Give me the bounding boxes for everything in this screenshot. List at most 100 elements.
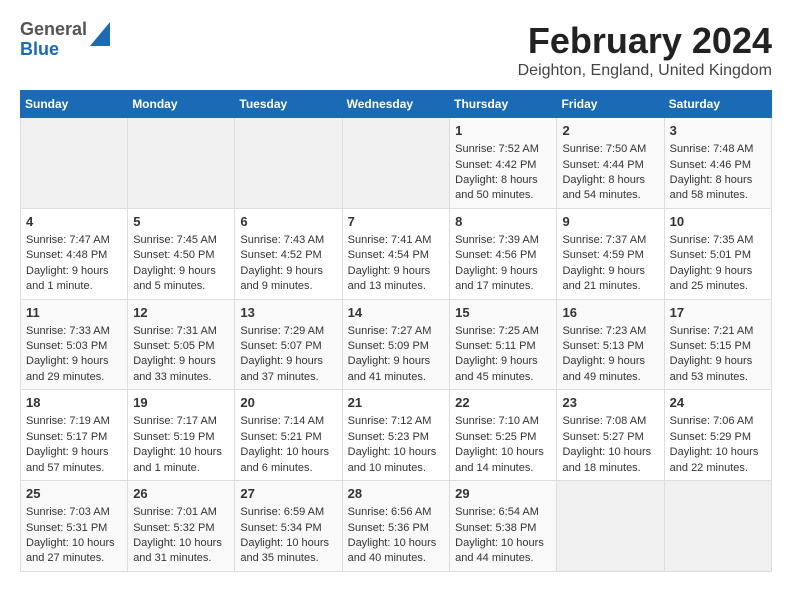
- day-content: Sunset: 5:11 PM: [455, 339, 551, 354]
- day-number: 14: [348, 304, 445, 322]
- day-content: Sunset: 4:44 PM: [562, 158, 658, 173]
- day-content: Daylight: 10 hours: [240, 536, 336, 551]
- day-content: Sunset: 5:07 PM: [240, 339, 336, 354]
- day-content: Sunrise: 7:35 AM: [670, 233, 766, 248]
- calendar-cell: 23Sunrise: 7:08 AMSunset: 5:27 PMDayligh…: [557, 390, 664, 481]
- day-content: and 18 minutes.: [562, 461, 658, 476]
- day-content: Sunset: 5:38 PM: [455, 521, 551, 536]
- calendar-cell: 24Sunrise: 7:06 AMSunset: 5:29 PMDayligh…: [664, 390, 771, 481]
- calendar-cell: [557, 481, 664, 572]
- day-number: 18: [26, 394, 122, 412]
- day-content: Daylight: 9 hours: [670, 264, 766, 279]
- day-content: and 10 minutes.: [348, 461, 445, 476]
- calendar-cell: 16Sunrise: 7:23 AMSunset: 5:13 PMDayligh…: [557, 299, 664, 390]
- day-number: 10: [670, 213, 766, 231]
- day-number: 23: [562, 394, 658, 412]
- day-content: Daylight: 10 hours: [26, 536, 122, 551]
- day-content: Sunset: 5:05 PM: [133, 339, 229, 354]
- day-content: Daylight: 9 hours: [240, 354, 336, 369]
- day-content: Sunrise: 7:31 AM: [133, 324, 229, 339]
- day-content: and 44 minutes.: [455, 551, 551, 566]
- calendar-cell: [128, 118, 235, 209]
- calendar-cell: 14Sunrise: 7:27 AMSunset: 5:09 PMDayligh…: [342, 299, 450, 390]
- day-content: Sunrise: 7:14 AM: [240, 414, 336, 429]
- day-content: and 41 minutes.: [348, 370, 445, 385]
- calendar-cell: 2Sunrise: 7:50 AMSunset: 4:44 PMDaylight…: [557, 118, 664, 209]
- day-number: 28: [348, 485, 445, 503]
- day-content: Sunset: 5:01 PM: [670, 248, 766, 263]
- day-content: Sunrise: 7:33 AM: [26, 324, 122, 339]
- day-content: Sunset: 4:59 PM: [562, 248, 658, 263]
- day-header-sunday: Sunday: [21, 91, 128, 118]
- day-content: Sunrise: 7:48 AM: [670, 142, 766, 157]
- day-content: Sunrise: 7:19 AM: [26, 414, 122, 429]
- day-content: Sunrise: 7:45 AM: [133, 233, 229, 248]
- day-number: 3: [670, 122, 766, 140]
- day-content: Sunset: 5:36 PM: [348, 521, 445, 536]
- day-content: and 33 minutes.: [133, 370, 229, 385]
- day-number: 29: [455, 485, 551, 503]
- day-content: Daylight: 10 hours: [562, 445, 658, 460]
- calendar-cell: 26Sunrise: 7:01 AMSunset: 5:32 PMDayligh…: [128, 481, 235, 572]
- day-content: Sunrise: 7:12 AM: [348, 414, 445, 429]
- day-number: 11: [26, 304, 122, 322]
- day-content: and 9 minutes.: [240, 279, 336, 294]
- day-content: Sunset: 5:34 PM: [240, 521, 336, 536]
- calendar-cell: 12Sunrise: 7:31 AMSunset: 5:05 PMDayligh…: [128, 299, 235, 390]
- day-content: Sunrise: 7:37 AM: [562, 233, 658, 248]
- day-content: Daylight: 9 hours: [26, 354, 122, 369]
- day-content: Sunrise: 7:01 AM: [133, 505, 229, 520]
- day-content: and 58 minutes.: [670, 188, 766, 203]
- day-content: Sunrise: 7:41 AM: [348, 233, 445, 248]
- day-header-saturday: Saturday: [664, 91, 771, 118]
- day-content: Daylight: 10 hours: [348, 536, 445, 551]
- day-content: Sunset: 5:15 PM: [670, 339, 766, 354]
- day-content: Daylight: 9 hours: [670, 354, 766, 369]
- day-content: Daylight: 8 hours: [670, 173, 766, 188]
- day-content: and 53 minutes.: [670, 370, 766, 385]
- day-content: Sunrise: 7:27 AM: [348, 324, 445, 339]
- day-content: and 57 minutes.: [26, 461, 122, 476]
- day-content: Daylight: 8 hours: [455, 173, 551, 188]
- day-header-tuesday: Tuesday: [235, 91, 342, 118]
- day-content: Sunrise: 7:39 AM: [455, 233, 551, 248]
- day-content: and 22 minutes.: [670, 461, 766, 476]
- day-content: Daylight: 10 hours: [240, 445, 336, 460]
- day-content: Sunset: 5:09 PM: [348, 339, 445, 354]
- day-content: Daylight: 9 hours: [562, 354, 658, 369]
- calendar-cell: 13Sunrise: 7:29 AMSunset: 5:07 PMDayligh…: [235, 299, 342, 390]
- day-number: 22: [455, 394, 551, 412]
- day-content: and 40 minutes.: [348, 551, 445, 566]
- day-number: 27: [240, 485, 336, 503]
- calendar-table: SundayMondayTuesdayWednesdayThursdayFrid…: [20, 90, 772, 572]
- day-content: and 6 minutes.: [240, 461, 336, 476]
- calendar-cell: 11Sunrise: 7:33 AMSunset: 5:03 PMDayligh…: [21, 299, 128, 390]
- day-number: 6: [240, 213, 336, 231]
- calendar-cell: 28Sunrise: 6:56 AMSunset: 5:36 PMDayligh…: [342, 481, 450, 572]
- day-content: Sunset: 5:21 PM: [240, 430, 336, 445]
- calendar-cell: 1Sunrise: 7:52 AMSunset: 4:42 PMDaylight…: [450, 118, 557, 209]
- day-content: Sunrise: 7:03 AM: [26, 505, 122, 520]
- logo-general: General: [20, 20, 87, 40]
- day-content: Sunrise: 7:21 AM: [670, 324, 766, 339]
- day-number: 7: [348, 213, 445, 231]
- day-content: and 45 minutes.: [455, 370, 551, 385]
- day-header-friday: Friday: [557, 91, 664, 118]
- day-content: and 49 minutes.: [562, 370, 658, 385]
- day-number: 19: [133, 394, 229, 412]
- day-header-thursday: Thursday: [450, 91, 557, 118]
- day-content: Daylight: 9 hours: [133, 354, 229, 369]
- calendar-cell: 9Sunrise: 7:37 AMSunset: 4:59 PMDaylight…: [557, 208, 664, 299]
- day-content: and 14 minutes.: [455, 461, 551, 476]
- calendar-cell: 27Sunrise: 6:59 AMSunset: 5:34 PMDayligh…: [235, 481, 342, 572]
- day-number: 13: [240, 304, 336, 322]
- day-content: Daylight: 9 hours: [562, 264, 658, 279]
- day-content: Sunset: 5:25 PM: [455, 430, 551, 445]
- day-content: and 54 minutes.: [562, 188, 658, 203]
- day-content: Daylight: 9 hours: [26, 445, 122, 460]
- day-content: and 50 minutes.: [455, 188, 551, 203]
- day-content: and 13 minutes.: [348, 279, 445, 294]
- day-content: Sunset: 5:17 PM: [26, 430, 122, 445]
- day-content: and 17 minutes.: [455, 279, 551, 294]
- calendar-week-row: 11Sunrise: 7:33 AMSunset: 5:03 PMDayligh…: [21, 299, 772, 390]
